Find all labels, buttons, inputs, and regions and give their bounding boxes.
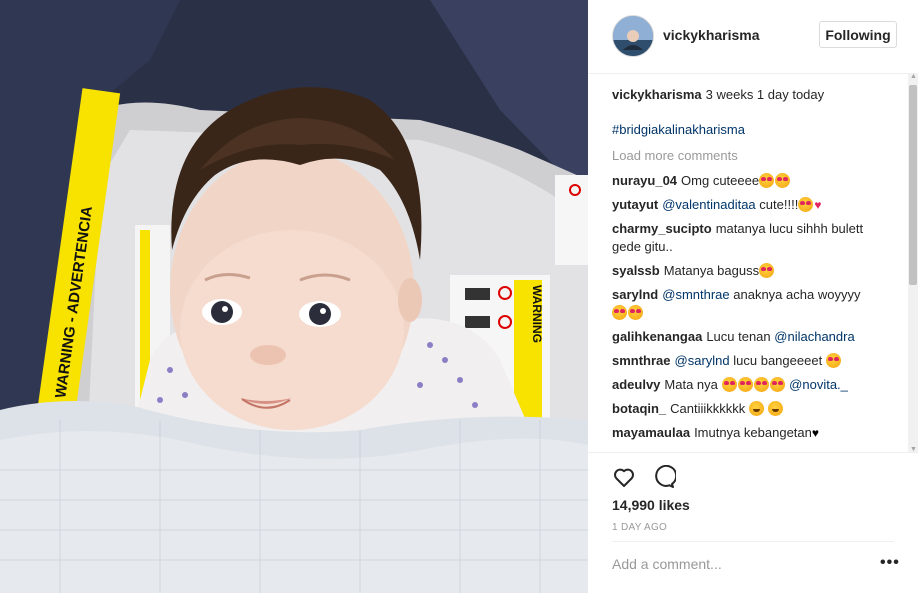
comment-item: syalssb Matanya baguss (612, 262, 894, 280)
comment-username[interactable]: syalssb (612, 263, 660, 278)
avatar-image (613, 16, 653, 56)
comment-text: Lucu tenan (706, 329, 771, 344)
baby-photo: WARNING - ADVERTENCIA WARNING (0, 0, 588, 593)
comment-text: Omg cuteeee (681, 173, 760, 188)
heart-eyes-emoji (628, 305, 643, 320)
smile-emoji (767, 401, 783, 416)
heart-eyes-emoji (775, 173, 791, 188)
scrollbar-thumb[interactable] (909, 85, 917, 285)
heart-eyes-emoji (825, 353, 841, 368)
add-comment-bar: ••• (612, 541, 899, 592)
comment-item: mayamaulaa Imutnya kebangetan♥ (612, 424, 894, 442)
comments-scrollbar[interactable]: ▲ ▼ (908, 73, 918, 453)
comment-username[interactable]: adeulvy (612, 377, 660, 392)
comment-username[interactable]: galihkenangaa (612, 329, 702, 344)
comment-mention[interactable]: @sarylnd (675, 353, 730, 368)
post-sidebar: vickykharisma Following vickykharisma 3 w… (588, 0, 918, 593)
heart-eyes-emoji (753, 377, 769, 392)
comment-item: galihkenangaa Lucu tenan @nilachandra (612, 328, 894, 346)
post-actions: 14,990 likes 1 DAY AGO ••• (588, 452, 918, 594)
heart-eyes-emoji (759, 263, 775, 278)
comment-username[interactable]: sarylnd (612, 287, 658, 302)
caption-text: 3 weeks 1 day today (705, 87, 825, 102)
post-timestamp[interactable]: 1 DAY AGO (612, 522, 667, 533)
comment-username[interactable]: charmy_sucipto (612, 221, 712, 236)
hashtag-line: #bridgiakalinakharisma (612, 121, 894, 139)
comment-mention[interactable]: @nilachandra (774, 329, 854, 344)
comment-text: lucu bangeeeet (733, 353, 823, 368)
comment-username[interactable]: mayamaulaa (612, 425, 690, 440)
comment-text: cute!!!! (759, 197, 799, 212)
following-button[interactable]: Following (819, 21, 897, 48)
post-caption: vickykharisma 3 weeks 1 day today (612, 86, 894, 104)
seat-warning-label-right: WARNING (530, 285, 544, 343)
comment-mention[interactable]: @valentinaditaa (662, 197, 755, 212)
post-photo[interactable]: WARNING - ADVERTENCIA WARNING (0, 0, 588, 593)
comment-item: charmy_sucipto matanya lucu sihhh bulett … (612, 220, 894, 256)
scroll-up-arrow-icon[interactable]: ▲ (910, 73, 917, 80)
heart-eyes-emoji (612, 305, 627, 320)
heart-emoji: ♥ (814, 198, 822, 212)
comment-text: Mata nya (664, 377, 718, 392)
avatar[interactable] (612, 15, 654, 57)
comment-text: anaknya acha woyyyy (733, 287, 861, 302)
comment-username[interactable]: smnthrae (612, 353, 671, 368)
hashtag-link[interactable]: #bridgiakalinakharisma (612, 122, 745, 137)
more-options-icon[interactable]: ••• (880, 554, 900, 572)
comment-mention[interactable]: @novita._ (789, 377, 848, 392)
add-comment-input[interactable] (612, 556, 852, 572)
comment-text: Imutnya kebangetan (694, 425, 812, 440)
likes-count[interactable]: 14,990 likes (612, 497, 690, 513)
post-username[interactable]: vickykharisma (663, 27, 760, 43)
heart-eyes-emoji (759, 173, 775, 188)
post-header: vickykharisma Following (588, 0, 918, 74)
heart-eyes-emoji (737, 377, 753, 392)
smile-emoji (748, 401, 764, 416)
comments-list[interactable]: vickykharisma 3 weeks 1 day today #bridgi… (612, 86, 894, 450)
heart-icon[interactable] (612, 465, 636, 489)
heart-eyes-emoji (769, 377, 785, 392)
black-heart-emoji: ♥ (811, 426, 819, 440)
comment-item: yutayut @valentinaditaa cute!!!! ♥ (612, 196, 894, 214)
load-more-comments[interactable]: Load more comments (612, 147, 894, 165)
comment-item: sarylnd @smnthrae anaknya acha woyyyy (612, 286, 894, 322)
comment-text: Cantiiikkkkkk (670, 401, 746, 416)
comment-text: Matanya baguss (663, 263, 760, 278)
comment-item: botaqin_ Cantiiikkkkkk (612, 400, 894, 418)
comment-item: smnthrae @sarylnd lucu bangeeeet (612, 352, 894, 370)
comment-mention[interactable]: @smnthrae (662, 287, 729, 302)
comment-icon[interactable] (652, 465, 676, 489)
comment-username[interactable]: botaqin_ (612, 401, 666, 416)
heart-eyes-emoji (721, 377, 737, 392)
comment-username[interactable]: nurayu_04 (612, 173, 677, 188)
caption-username[interactable]: vickykharisma (612, 87, 702, 102)
comment-item: nurayu_04 Omg cuteeee (612, 172, 894, 190)
comment-username[interactable]: yutayut (612, 197, 658, 212)
comment-item: adeulvy Mata nya @novita._ (612, 376, 894, 394)
heart-eyes-emoji (798, 197, 814, 212)
